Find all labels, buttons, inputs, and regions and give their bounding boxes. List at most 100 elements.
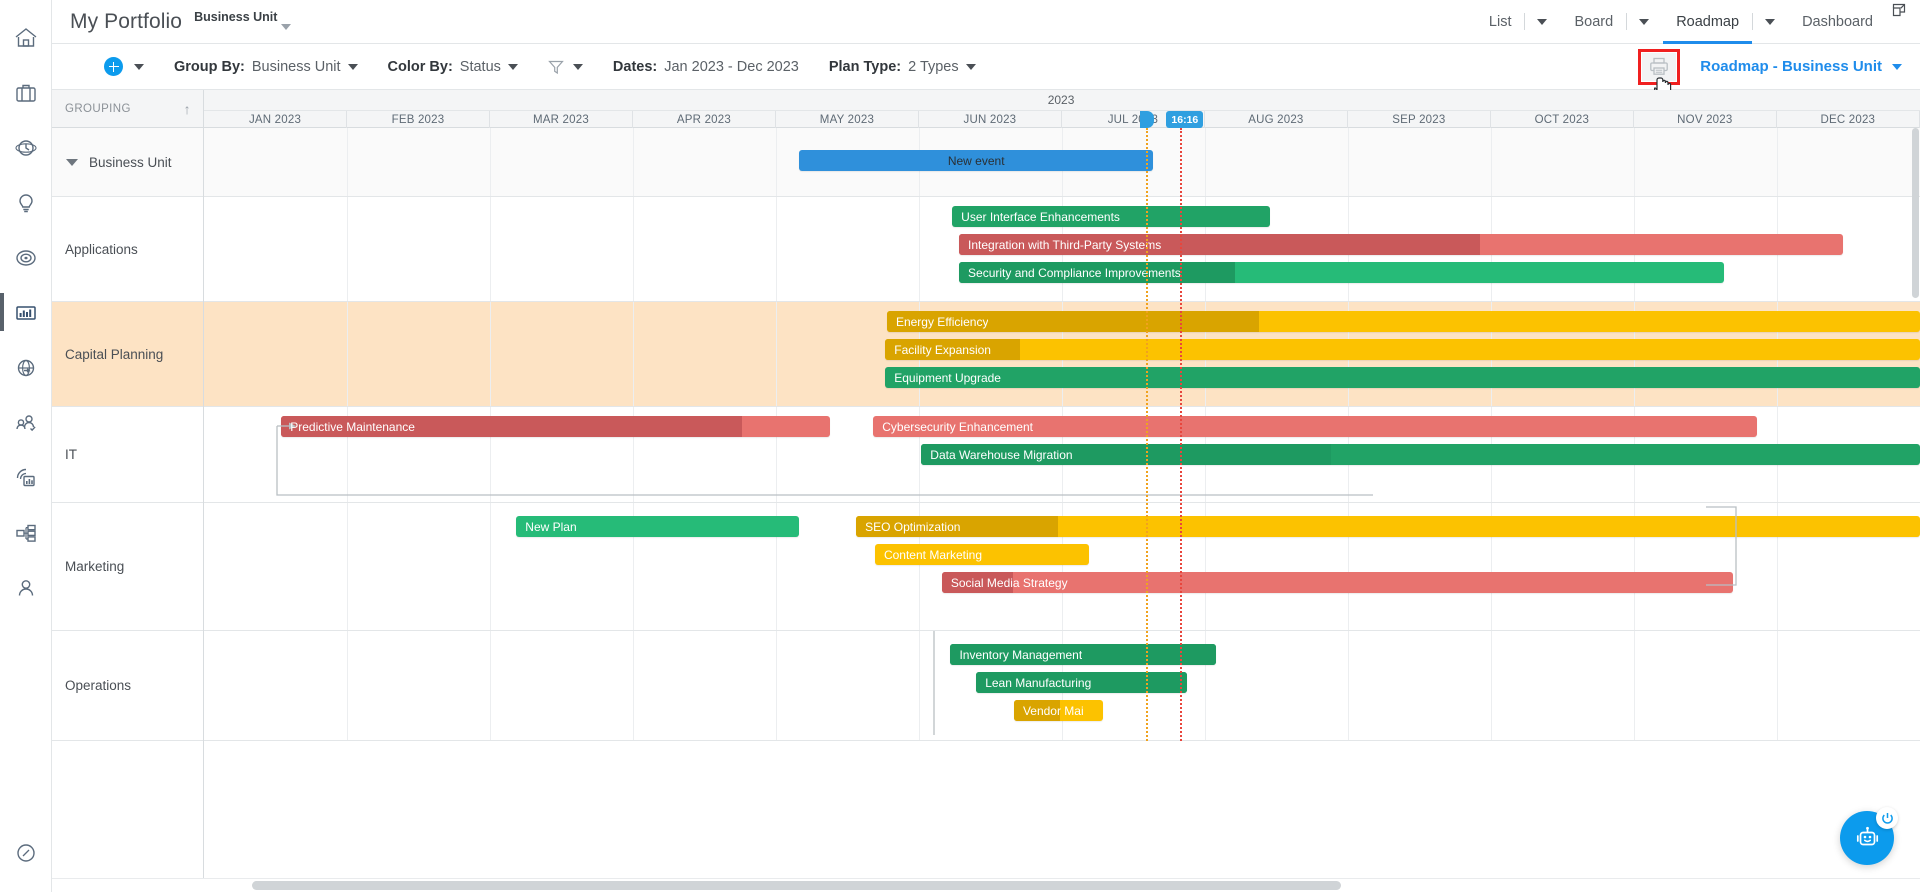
gantt-bar-label: Security and Compliance Improvements	[968, 265, 1181, 280]
grouping-row-business-unit[interactable]: Business Unit	[52, 128, 203, 197]
group-by-control[interactable]: Group By: Business Unit	[174, 59, 358, 75]
gantt-bar[interactable]: SEO Optimization	[856, 516, 1920, 537]
horizontal-scrollbar-thumb[interactable]	[252, 881, 1341, 890]
group-by-value: Business Unit	[251, 58, 341, 75]
users-check-icon[interactable]	[0, 395, 52, 450]
timeline-band-marketing: New Plan SEO Optimization Content Marketin…	[204, 503, 1920, 631]
gantt-bar[interactable]: Cybersecurity Enhancement	[873, 416, 1757, 437]
chevron-down-icon[interactable]	[66, 158, 78, 166]
clock-icon[interactable]	[0, 120, 52, 175]
gantt-bar[interactable]: Lean Manufacturing	[976, 672, 1188, 693]
gridline	[1491, 631, 1492, 740]
add-new-button[interactable]	[104, 57, 144, 76]
gantt-bar[interactable]: Content Marketing	[874, 544, 1090, 565]
expand-icon[interactable]	[1892, 3, 1906, 22]
timeline-month-cell: MAY 2023	[776, 111, 919, 128]
gridline	[489, 128, 491, 196]
target-icon[interactable]	[0, 230, 52, 285]
tab-list-label: List	[1488, 13, 1512, 30]
gridline	[775, 302, 777, 406]
briefcase-icon[interactable]	[0, 65, 52, 120]
grouping-row-label: Capital Planning	[65, 346, 164, 362]
tab-board-label: Board	[1574, 13, 1614, 30]
gantt-bar-label: Equipment Upgrade	[894, 370, 1001, 385]
gantt-bar[interactable]: Social Media Strategy	[941, 572, 1733, 593]
saved-view-selector[interactable]: Roadmap - Business Unit	[1700, 58, 1902, 75]
grouping-header[interactable]: GROUPING ↑	[52, 90, 203, 128]
lightbulb-icon[interactable]	[0, 175, 52, 230]
gantt-bar[interactable]: Data Warehouse Migration	[921, 444, 1920, 465]
tab-board-caret[interactable]	[1627, 18, 1661, 25]
vertical-scrollbar[interactable]	[1912, 128, 1919, 862]
gantt-bar-label: Content Marketing	[883, 547, 983, 562]
gantt-bar[interactable]: Integration with Third-Party Systems	[959, 234, 1843, 255]
tab-dashboard[interactable]: Dashboard	[1787, 0, 1886, 44]
timeline-band-applications: User Interface Enhancements Integration w…	[204, 197, 1920, 302]
tab-list-caret[interactable]	[1525, 18, 1559, 25]
gantt-bar[interactable]: New event	[799, 150, 1153, 171]
gridline	[633, 128, 634, 196]
grouping-row-capital-planning[interactable]: Capital Planning	[52, 302, 203, 407]
globe-arrow-icon[interactable]	[0, 340, 52, 395]
timeline-rows: New event User Interface Enhancements Inte…	[204, 128, 1920, 741]
plan-type-control[interactable]: Plan Type: 2 Types	[829, 59, 976, 75]
page-title: My Portfolio	[70, 9, 183, 33]
person-icon[interactable]	[0, 560, 52, 615]
gantt-bar-label: New event	[947, 153, 1005, 168]
filter-control[interactable]	[548, 59, 583, 75]
home-icon[interactable]	[0, 10, 52, 65]
now-marker-tab	[1140, 111, 1155, 128]
org-chart-icon[interactable]	[0, 505, 52, 560]
dates-label: Dates:	[612, 58, 658, 75]
gantt-bar[interactable]: Facility Expansion	[885, 339, 1920, 360]
gridline	[633, 631, 634, 740]
tab-roadmap-caret[interactable]	[1753, 18, 1787, 25]
roadmap-toolbar: Group By: Business Unit Color By: Status…	[52, 44, 1920, 99]
color-by-control[interactable]: Color By: Status	[388, 59, 518, 75]
tab-board[interactable]: Board	[1559, 0, 1626, 44]
gantt-bar[interactable]: New Plan	[516, 516, 800, 537]
grouping-row-marketing[interactable]: Marketing	[52, 503, 203, 631]
print-button[interactable]	[1642, 52, 1677, 81]
gantt-body: GROUPING ↑ Business Unit Applications Capi…	[52, 90, 1920, 878]
dates-control[interactable]: Dates: Jan 2023 - Dec 2023	[613, 59, 799, 75]
horizontal-scrollbar-track[interactable]	[252, 881, 1902, 890]
chatbot-button[interactable]	[1840, 807, 1898, 865]
gridline	[489, 302, 491, 406]
gantt-bar[interactable]: Inventory Management	[950, 644, 1217, 665]
tab-roadmap[interactable]: Roadmap	[1661, 0, 1752, 44]
gantt-bar[interactable]: Security and Compliance Improvements	[959, 262, 1725, 283]
gridline	[346, 197, 348, 301]
gridline	[633, 302, 634, 406]
gantt-bar[interactable]: Vendor Mai	[1013, 700, 1104, 721]
gantt-bar-label: Energy Efficiency	[895, 314, 989, 329]
chatbot-power-button[interactable]	[1876, 807, 1898, 829]
gantt-bar-label: New Plan	[525, 519, 577, 534]
tab-list[interactable]: List	[1474, 0, 1525, 44]
grouping-row-it[interactable]: IT	[52, 407, 203, 503]
gantt-bar[interactable]: Energy Efficiency	[886, 311, 1920, 332]
grouping-row-label: Marketing	[65, 559, 125, 574]
gantt-bar[interactable]: Equipment Upgrade	[885, 367, 1920, 388]
context-selector[interactable]: Business Unit	[194, 10, 292, 30]
gantt-bar-label: Cybersecurity Enhancement	[882, 419, 1033, 434]
gantt-bar[interactable]: Predictive Maintenance	[281, 416, 831, 437]
timeline-band-business-unit: New event	[204, 128, 1920, 197]
gridline	[775, 128, 777, 196]
gridline	[919, 197, 920, 301]
sort-ascending-icon[interactable]: ↑	[184, 101, 191, 117]
vertical-scrollbar-thumb[interactable]	[1912, 128, 1919, 298]
timeline-month-cell: JUN 2023	[919, 111, 1062, 128]
gantt-bar[interactable]: User Interface Enhancements	[952, 206, 1270, 227]
timeline-band-capital-planning: Energy Efficiency Facility Expansion Equip…	[204, 302, 1920, 407]
color-by-label: Color By:	[387, 58, 453, 75]
grouping-row-operations[interactable]: Operations	[52, 631, 203, 741]
report-icon[interactable]	[0, 450, 52, 505]
chevron-down-icon	[281, 23, 292, 30]
grouping-row-applications[interactable]: Applications	[52, 197, 203, 302]
gridline	[489, 197, 491, 301]
horizontal-scrollbar[interactable]	[52, 878, 1920, 892]
grouping-row-label: Business Unit	[89, 154, 172, 170]
chart-bars-icon[interactable]	[0, 285, 52, 340]
compass-icon[interactable]	[0, 825, 52, 880]
